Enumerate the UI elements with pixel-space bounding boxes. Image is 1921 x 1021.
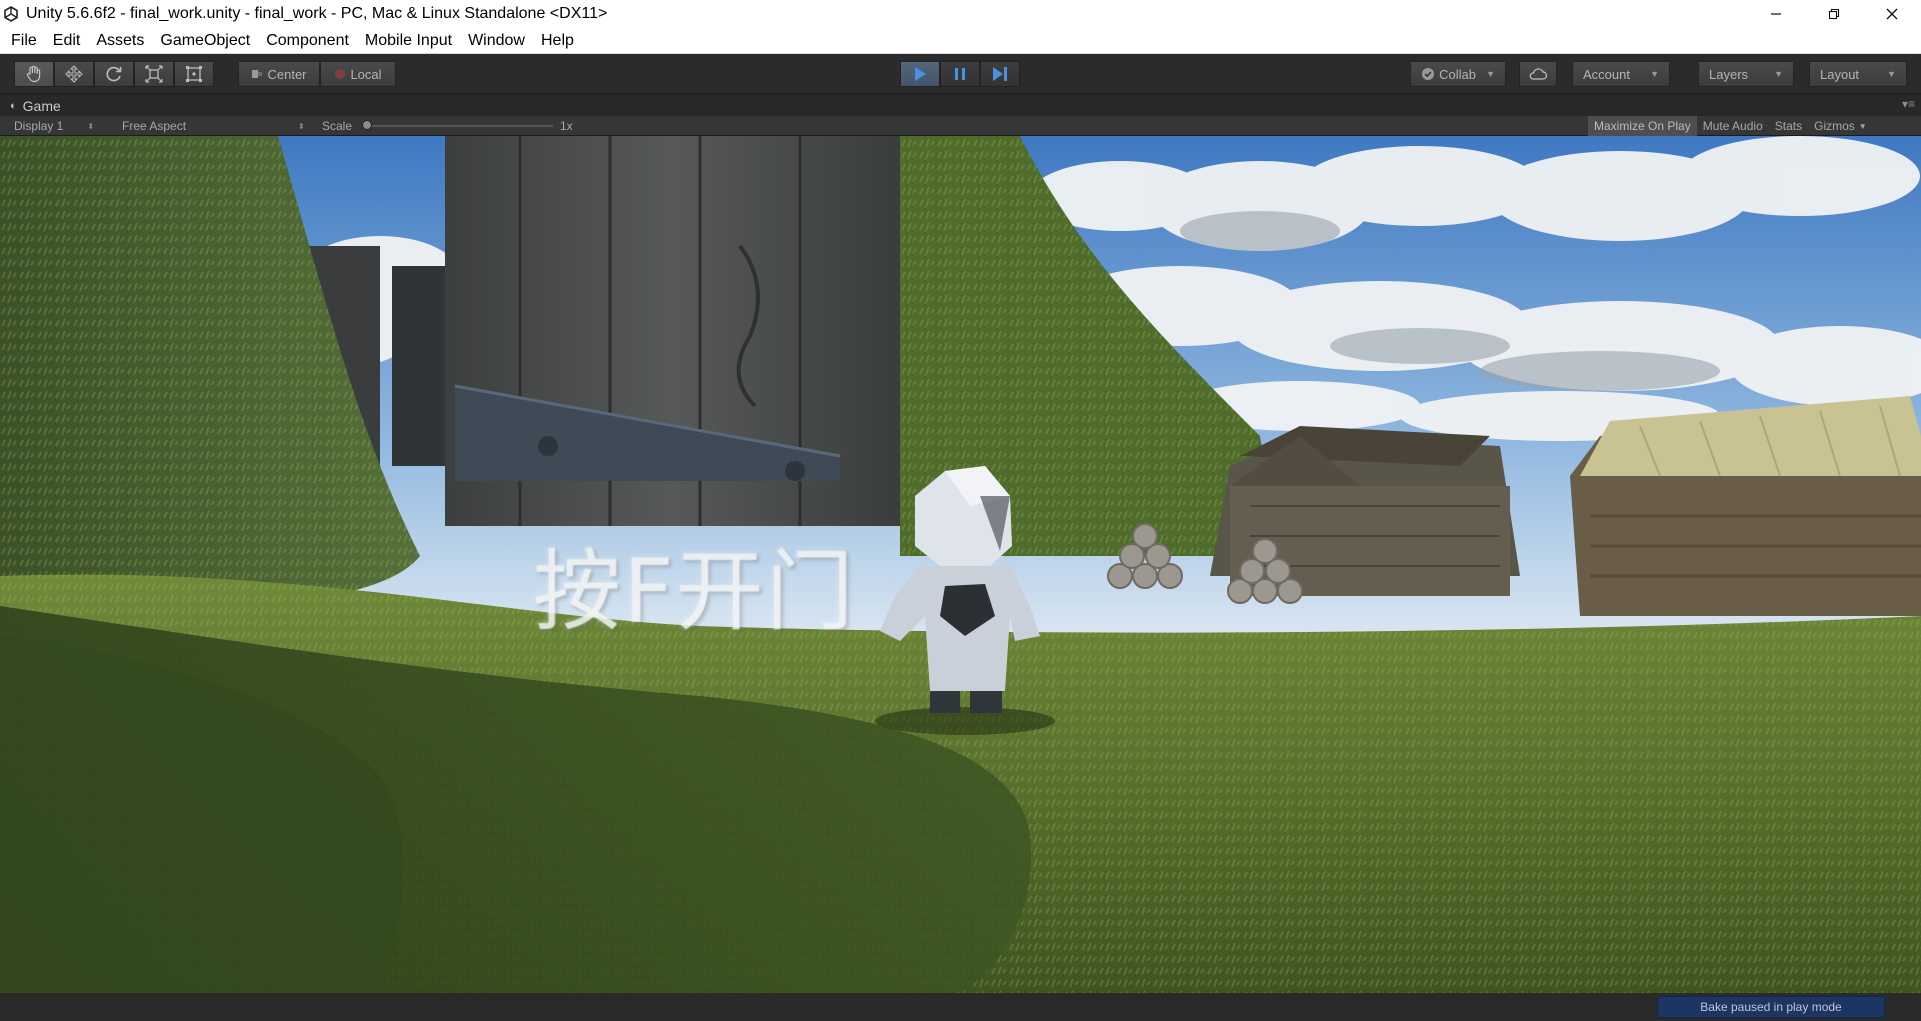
status-bar: Bake paused in play mode xyxy=(0,993,1921,1021)
window-title-bar: Unity 5.6.6f2 - final_work.unity - final… xyxy=(0,0,1921,28)
mute-audio-toggle[interactable]: Mute Audio xyxy=(1697,116,1769,136)
dropdown-arrow-icon: ▼ xyxy=(1887,69,1896,79)
rect-transform-icon xyxy=(186,66,202,82)
game-tab-strip: ◐ Game ▾≡ xyxy=(0,94,1921,116)
updown-arrow-icon: ⬍ xyxy=(298,121,305,131)
rotate-tool-button[interactable] xyxy=(94,61,134,87)
close-icon[interactable] xyxy=(1863,0,1921,28)
bake-progress-status: Bake paused in play mode xyxy=(1657,996,1885,1018)
unity-logo-icon xyxy=(0,0,22,28)
layers-group: Layers ▼ xyxy=(1698,61,1794,87)
tab-context-menu-icon[interactable]: ▾≡ xyxy=(1902,97,1915,111)
menu-component[interactable]: Component xyxy=(258,28,357,54)
scale-value: 1x xyxy=(560,119,573,133)
game-scene-render xyxy=(0,136,1921,993)
cloud-icon xyxy=(1529,68,1548,80)
layers-label: Layers xyxy=(1709,66,1749,82)
menu-window[interactable]: Window xyxy=(460,28,533,54)
cloud-group xyxy=(1519,61,1557,87)
game-tab-icon: ◐ xyxy=(10,100,17,112)
account-group: Account ▼ xyxy=(1572,61,1670,87)
display-select-value: Display 1 xyxy=(14,119,64,133)
menu-help[interactable]: Help xyxy=(533,28,582,54)
collab-dropdown[interactable]: Collab ▼ xyxy=(1410,61,1506,87)
pause-button[interactable] xyxy=(940,61,980,87)
scale-slider-track[interactable] xyxy=(365,125,553,127)
collab-group: Collab ▼ xyxy=(1410,61,1506,87)
scale-icon xyxy=(145,65,163,83)
menu-file[interactable]: File xyxy=(3,28,45,54)
pivot-center-button[interactable]: Center xyxy=(238,61,320,87)
step-button[interactable] xyxy=(980,61,1020,87)
dropdown-arrow-icon: ▼ xyxy=(1858,121,1867,131)
rotate-icon xyxy=(106,66,122,82)
play-controls xyxy=(900,61,1020,87)
local-space-icon xyxy=(335,69,346,79)
account-label: Account xyxy=(1583,66,1630,82)
play-icon xyxy=(915,67,926,81)
menu-edit[interactable]: Edit xyxy=(45,28,89,54)
scale-label: Scale xyxy=(322,119,353,133)
window-title: Unity 5.6.6f2 - final_work.unity - final… xyxy=(26,5,608,22)
menu-bar: File Edit Assets GameObject Component Mo… xyxy=(0,28,1921,54)
pause-icon xyxy=(955,68,965,80)
pivot-local-button[interactable]: Local xyxy=(320,61,396,87)
gizmos-dropdown[interactable]: Gizmos ▼ xyxy=(1808,116,1873,136)
pivot-center-icon xyxy=(252,70,263,78)
aspect-select[interactable]: Free Aspect ⬍ xyxy=(122,116,305,136)
hand-tool-button[interactable] xyxy=(14,61,54,87)
scale-tool-button[interactable] xyxy=(134,61,174,87)
tab-game[interactable]: ◐ Game xyxy=(10,96,61,116)
tab-game-label: Game xyxy=(22,98,61,114)
game-viewport[interactable]: 按F开门 xyxy=(0,136,1921,993)
layout-dropdown[interactable]: Layout ▼ xyxy=(1809,61,1907,87)
account-dropdown[interactable]: Account ▼ xyxy=(1572,61,1670,87)
dropdown-arrow-icon: ▼ xyxy=(1774,69,1783,79)
display-select[interactable]: Display 1 ⬍ xyxy=(14,116,94,136)
menu-gameobject[interactable]: GameObject xyxy=(152,28,258,54)
pivot-center-label: Center xyxy=(267,66,307,82)
step-icon xyxy=(993,67,1007,81)
maximize-on-play-toggle[interactable]: Maximize On Play xyxy=(1588,116,1697,136)
aspect-select-value: Free Aspect xyxy=(122,119,187,133)
hand-icon xyxy=(26,65,41,83)
play-button[interactable] xyxy=(900,61,940,87)
rect-tool-button[interactable] xyxy=(174,61,214,87)
dropdown-arrow-icon: ▼ xyxy=(1486,69,1495,79)
menu-assets[interactable]: Assets xyxy=(88,28,152,54)
main-toolbar: Center Local Collab ▼ Account ▼ Layers ▼… xyxy=(0,54,1921,94)
stats-toggle[interactable]: Stats xyxy=(1769,116,1808,136)
collab-label: Collab xyxy=(1439,66,1476,82)
menu-mobile-input[interactable]: Mobile Input xyxy=(357,28,460,54)
move-arrows-icon xyxy=(65,65,83,83)
layout-group: Layout ▼ xyxy=(1809,61,1907,87)
layers-dropdown[interactable]: Layers ▼ xyxy=(1698,61,1794,87)
open-door-prompt: 按F开门 xyxy=(533,540,856,643)
collab-check-icon xyxy=(1422,68,1434,80)
scale-slider-thumb[interactable] xyxy=(362,120,372,130)
layout-label: Layout xyxy=(1820,66,1860,82)
dropdown-arrow-icon: ▼ xyxy=(1650,69,1659,79)
gizmos-label: Gizmos xyxy=(1814,119,1855,133)
pivot-local-label: Local xyxy=(350,66,382,82)
restore-icon[interactable] xyxy=(1805,0,1863,28)
minimize-icon[interactable] xyxy=(1747,0,1805,28)
updown-arrow-icon: ⬍ xyxy=(87,121,95,131)
move-tool-button[interactable] xyxy=(54,61,94,87)
transform-tools xyxy=(14,61,214,87)
cloud-button[interactable] xyxy=(1519,61,1557,87)
game-view-controls: Display 1 ⬍ Free Aspect ⬍ Scale 1x Maxim… xyxy=(0,116,1921,136)
pivot-toggles: Center Local xyxy=(238,61,396,87)
